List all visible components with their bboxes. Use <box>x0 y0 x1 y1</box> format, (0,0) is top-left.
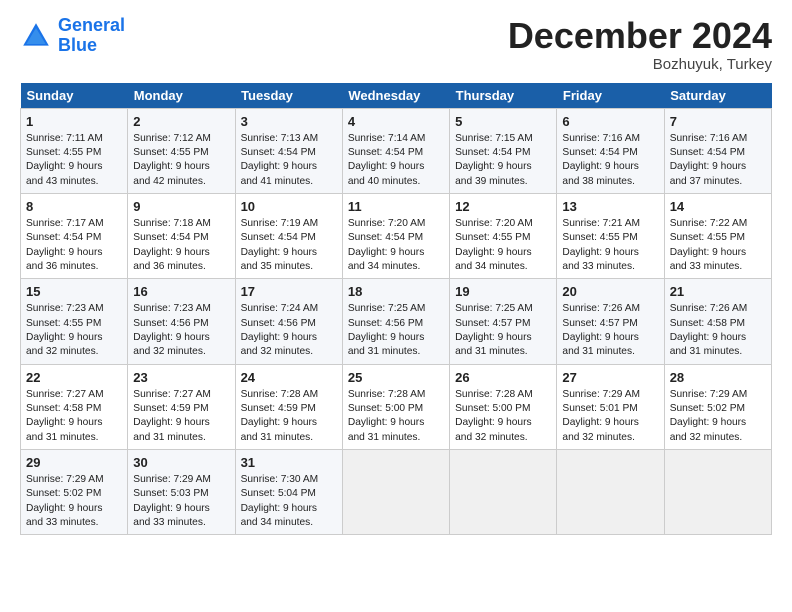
table-row: 29Sunrise: 7:29 AMSunset: 5:02 PMDayligh… <box>21 449 128 534</box>
calendar-row-1: 1Sunrise: 7:11 AMSunset: 4:55 PMDaylight… <box>21 108 772 193</box>
table-row: 11Sunrise: 7:20 AMSunset: 4:54 PMDayligh… <box>342 193 449 278</box>
table-row: 25Sunrise: 7:28 AMSunset: 5:00 PMDayligh… <box>342 364 449 449</box>
day-number: 12 <box>455 198 551 216</box>
table-row: 22Sunrise: 7:27 AMSunset: 4:58 PMDayligh… <box>21 364 128 449</box>
calendar-table: Sunday Monday Tuesday Wednesday Thursday… <box>20 83 772 536</box>
table-row: 27Sunrise: 7:29 AMSunset: 5:01 PMDayligh… <box>557 364 664 449</box>
table-row: 10Sunrise: 7:19 AMSunset: 4:54 PMDayligh… <box>235 193 342 278</box>
table-row: 13Sunrise: 7:21 AMSunset: 4:55 PMDayligh… <box>557 193 664 278</box>
day-number: 3 <box>241 113 337 131</box>
table-row: 12Sunrise: 7:20 AMSunset: 4:55 PMDayligh… <box>450 193 557 278</box>
title-block: December 2024 Bozhuyuk, Turkey <box>508 16 772 73</box>
day-number: 6 <box>562 113 658 131</box>
day-number: 26 <box>455 369 551 387</box>
table-row: 24Sunrise: 7:28 AMSunset: 4:59 PMDayligh… <box>235 364 342 449</box>
col-thursday: Thursday <box>450 83 557 109</box>
day-number: 20 <box>562 283 658 301</box>
day-number: 25 <box>348 369 444 387</box>
table-row: 30Sunrise: 7:29 AMSunset: 5:03 PMDayligh… <box>128 449 235 534</box>
col-monday: Monday <box>128 83 235 109</box>
col-friday: Friday <box>557 83 664 109</box>
table-row: 16Sunrise: 7:23 AMSunset: 4:56 PMDayligh… <box>128 279 235 364</box>
day-number: 16 <box>133 283 229 301</box>
table-row: 2Sunrise: 7:12 AMSunset: 4:55 PMDaylight… <box>128 108 235 193</box>
day-number: 23 <box>133 369 229 387</box>
calendar-row-4: 22Sunrise: 7:27 AMSunset: 4:58 PMDayligh… <box>21 364 772 449</box>
table-row: 6Sunrise: 7:16 AMSunset: 4:54 PMDaylight… <box>557 108 664 193</box>
day-number: 28 <box>670 369 766 387</box>
table-row: 7Sunrise: 7:16 AMSunset: 4:54 PMDaylight… <box>664 108 771 193</box>
table-row: 28Sunrise: 7:29 AMSunset: 5:02 PMDayligh… <box>664 364 771 449</box>
table-row: 31Sunrise: 7:30 AMSunset: 5:04 PMDayligh… <box>235 449 342 534</box>
calendar-row-5: 29Sunrise: 7:29 AMSunset: 5:02 PMDayligh… <box>21 449 772 534</box>
table-row: 5Sunrise: 7:15 AMSunset: 4:54 PMDaylight… <box>450 108 557 193</box>
day-number: 31 <box>241 454 337 472</box>
day-number: 14 <box>670 198 766 216</box>
table-row: 8Sunrise: 7:17 AMSunset: 4:54 PMDaylight… <box>21 193 128 278</box>
day-number: 17 <box>241 283 337 301</box>
table-row: 18Sunrise: 7:25 AMSunset: 4:56 PMDayligh… <box>342 279 449 364</box>
logo-text: General Blue <box>58 16 125 56</box>
day-number: 13 <box>562 198 658 216</box>
col-wednesday: Wednesday <box>342 83 449 109</box>
table-row: 4Sunrise: 7:14 AMSunset: 4:54 PMDaylight… <box>342 108 449 193</box>
col-saturday: Saturday <box>664 83 771 109</box>
day-number: 2 <box>133 113 229 131</box>
table-row: 23Sunrise: 7:27 AMSunset: 4:59 PMDayligh… <box>128 364 235 449</box>
table-row: 15Sunrise: 7:23 AMSunset: 4:55 PMDayligh… <box>21 279 128 364</box>
page: General Blue December 2024 Bozhuyuk, Tur… <box>0 0 792 545</box>
header-row: Sunday Monday Tuesday Wednesday Thursday… <box>21 83 772 109</box>
table-row: 26Sunrise: 7:28 AMSunset: 5:00 PMDayligh… <box>450 364 557 449</box>
day-number: 21 <box>670 283 766 301</box>
day-number: 5 <box>455 113 551 131</box>
table-row: 1Sunrise: 7:11 AMSunset: 4:55 PMDaylight… <box>21 108 128 193</box>
table-row: 17Sunrise: 7:24 AMSunset: 4:56 PMDayligh… <box>235 279 342 364</box>
table-row: 3Sunrise: 7:13 AMSunset: 4:54 PMDaylight… <box>235 108 342 193</box>
col-sunday: Sunday <box>21 83 128 109</box>
day-number: 22 <box>26 369 122 387</box>
day-number: 30 <box>133 454 229 472</box>
logo: General Blue <box>20 16 125 56</box>
table-row <box>342 449 449 534</box>
day-number: 27 <box>562 369 658 387</box>
calendar-row-3: 15Sunrise: 7:23 AMSunset: 4:55 PMDayligh… <box>21 279 772 364</box>
table-row: 14Sunrise: 7:22 AMSunset: 4:55 PMDayligh… <box>664 193 771 278</box>
day-number: 7 <box>670 113 766 131</box>
table-row <box>557 449 664 534</box>
day-number: 19 <box>455 283 551 301</box>
table-row: 20Sunrise: 7:26 AMSunset: 4:57 PMDayligh… <box>557 279 664 364</box>
day-number: 10 <box>241 198 337 216</box>
table-row: 19Sunrise: 7:25 AMSunset: 4:57 PMDayligh… <box>450 279 557 364</box>
calendar-row-2: 8Sunrise: 7:17 AMSunset: 4:54 PMDaylight… <box>21 193 772 278</box>
day-number: 8 <box>26 198 122 216</box>
day-number: 29 <box>26 454 122 472</box>
table-row <box>450 449 557 534</box>
day-number: 18 <box>348 283 444 301</box>
day-number: 11 <box>348 198 444 216</box>
calendar-body: 1Sunrise: 7:11 AMSunset: 4:55 PMDaylight… <box>21 108 772 535</box>
table-row: 9Sunrise: 7:18 AMSunset: 4:54 PMDaylight… <box>128 193 235 278</box>
location: Bozhuyuk, Turkey <box>508 56 772 73</box>
table-row: 21Sunrise: 7:26 AMSunset: 4:58 PMDayligh… <box>664 279 771 364</box>
day-number: 1 <box>26 113 122 131</box>
month-title: December 2024 <box>508 16 772 56</box>
header: General Blue December 2024 Bozhuyuk, Tur… <box>20 16 772 73</box>
logo-icon <box>20 20 52 52</box>
day-number: 15 <box>26 283 122 301</box>
col-tuesday: Tuesday <box>235 83 342 109</box>
day-number: 24 <box>241 369 337 387</box>
table-row <box>664 449 771 534</box>
day-number: 4 <box>348 113 444 131</box>
day-number: 9 <box>133 198 229 216</box>
